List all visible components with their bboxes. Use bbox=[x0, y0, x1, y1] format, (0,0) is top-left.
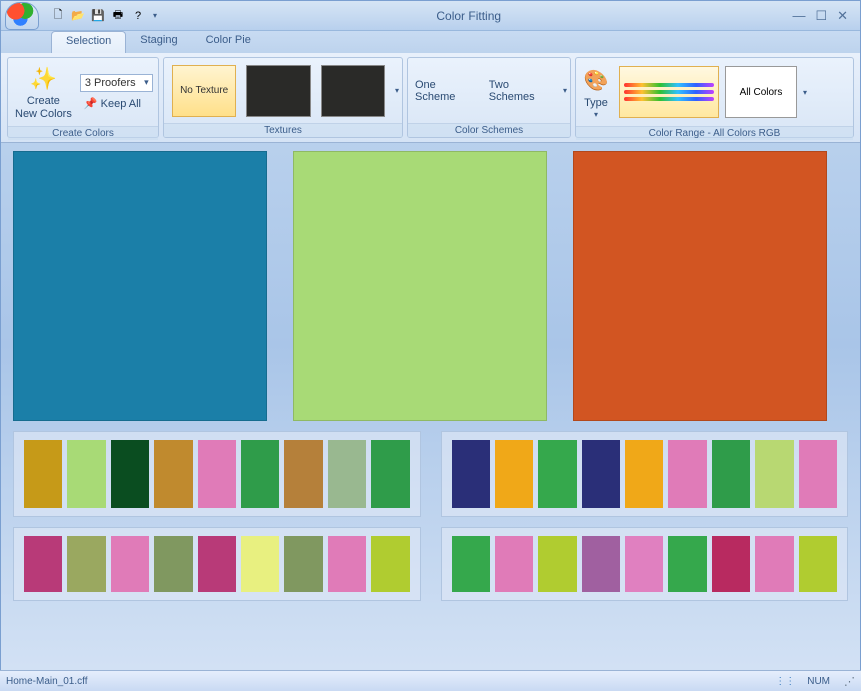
create-new-colors-label: Create New Colors bbox=[15, 95, 72, 121]
palette-swatch[interactable] bbox=[328, 536, 366, 592]
main-color-swatch-2[interactable] bbox=[293, 151, 547, 421]
create-new-colors-button[interactable]: ✨ Create New Colors bbox=[11, 61, 76, 123]
sparkle-icon: ✨ bbox=[30, 63, 57, 95]
resize-grip-icon[interactable]: ⋰ bbox=[844, 675, 855, 688]
chevron-down-icon: ▾ bbox=[594, 110, 598, 120]
texture-swatch-2[interactable] bbox=[321, 65, 385, 117]
palette-swatch[interactable] bbox=[582, 536, 620, 592]
palette-swatch[interactable] bbox=[755, 440, 793, 508]
main-color-swatch-1[interactable] bbox=[13, 151, 267, 421]
palette-swatch[interactable] bbox=[328, 440, 366, 508]
palette-swatch[interactable] bbox=[538, 440, 576, 508]
palette-icon: 🎨 bbox=[584, 65, 609, 97]
group-label-schemes: Color Schemes bbox=[408, 123, 570, 137]
palette-swatch[interactable] bbox=[668, 440, 706, 508]
palette-swatch[interactable] bbox=[625, 440, 663, 508]
palette-swatch[interactable] bbox=[538, 536, 576, 592]
schemes-more-icon[interactable]: ▾ bbox=[563, 86, 567, 95]
palette-swatch[interactable] bbox=[371, 440, 409, 508]
palette-swatch[interactable] bbox=[452, 440, 490, 508]
palette-swatch[interactable] bbox=[712, 440, 750, 508]
range-all-colors-button[interactable]: All Colors bbox=[725, 66, 797, 118]
app-logo[interactable] bbox=[5, 2, 39, 30]
status-indicator-1: ⋮⋮ bbox=[775, 676, 795, 687]
palette-swatch[interactable] bbox=[24, 440, 62, 508]
palette-swatch[interactable] bbox=[452, 536, 490, 592]
group-label-create-colors: Create Colors bbox=[8, 126, 158, 140]
help-icon[interactable]: ? bbox=[129, 7, 147, 25]
palette-swatch[interactable] bbox=[111, 536, 149, 592]
minimize-icon[interactable]: — bbox=[792, 8, 805, 24]
status-num: NUM bbox=[807, 676, 830, 687]
close-icon[interactable]: ✕ bbox=[837, 8, 848, 24]
palette-swatch[interactable] bbox=[67, 440, 105, 508]
palette-swatch[interactable] bbox=[24, 536, 62, 592]
palette-swatch[interactable] bbox=[154, 536, 192, 592]
texture-swatch-1[interactable] bbox=[246, 65, 310, 117]
palette-swatch[interactable] bbox=[712, 536, 750, 592]
new-icon[interactable]: 🗋 bbox=[49, 7, 67, 25]
color-range-type-button[interactable]: 🎨 Type ▾ bbox=[579, 61, 613, 123]
palette-swatch[interactable] bbox=[799, 440, 837, 508]
proofers-dropdown[interactable]: 3 Proofers bbox=[80, 74, 153, 92]
pin-icon: 📌 bbox=[84, 98, 98, 110]
palette-swatch[interactable] bbox=[799, 536, 837, 592]
palette-swatch[interactable] bbox=[241, 536, 279, 592]
palette-swatch[interactable] bbox=[67, 536, 105, 592]
tab-staging[interactable]: Staging bbox=[126, 31, 191, 53]
palette-swatch[interactable] bbox=[154, 440, 192, 508]
print-icon[interactable]: 🖶 bbox=[109, 7, 127, 25]
textures-more-icon[interactable]: ▾ bbox=[395, 86, 399, 95]
save-icon[interactable]: 💾 bbox=[89, 7, 107, 25]
window-title: Color Fitting bbox=[157, 9, 780, 23]
palette-swatch[interactable] bbox=[668, 536, 706, 592]
group-label-range: Color Range - All Colors RGB bbox=[576, 126, 853, 140]
main-color-swatch-3[interactable] bbox=[573, 151, 827, 421]
one-scheme-button[interactable]: One Scheme bbox=[411, 78, 477, 104]
tab-selection[interactable]: Selection bbox=[51, 31, 126, 53]
palette-swatch[interactable] bbox=[284, 536, 322, 592]
no-texture-button[interactable]: No Texture bbox=[172, 65, 236, 117]
group-label-textures: Textures bbox=[164, 123, 402, 137]
open-icon[interactable]: 📂 bbox=[69, 7, 87, 25]
palette-swatch[interactable] bbox=[495, 440, 533, 508]
palette-swatch[interactable] bbox=[198, 440, 236, 508]
palette-swatch[interactable] bbox=[625, 536, 663, 592]
two-schemes-button[interactable]: Two Schemes bbox=[485, 78, 555, 104]
palette-swatch[interactable] bbox=[371, 536, 409, 592]
palette-swatch[interactable] bbox=[495, 536, 533, 592]
range-more-icon[interactable]: ▾ bbox=[803, 88, 807, 97]
palette-swatch[interactable] bbox=[241, 440, 279, 508]
palette-swatch[interactable] bbox=[198, 536, 236, 592]
palette-swatch[interactable] bbox=[284, 440, 322, 508]
maximize-icon[interactable]: ☐ bbox=[815, 8, 827, 24]
range-gradient-button[interactable] bbox=[619, 66, 719, 118]
palette-swatch[interactable] bbox=[755, 536, 793, 592]
palette-swatch[interactable] bbox=[111, 440, 149, 508]
status-filename: Home-Main_01.cff bbox=[6, 676, 88, 687]
palette-swatch[interactable] bbox=[582, 440, 620, 508]
tab-color-pie[interactable]: Color Pie bbox=[192, 31, 265, 53]
keep-all-button[interactable]: 📌 Keep All bbox=[80, 96, 153, 111]
